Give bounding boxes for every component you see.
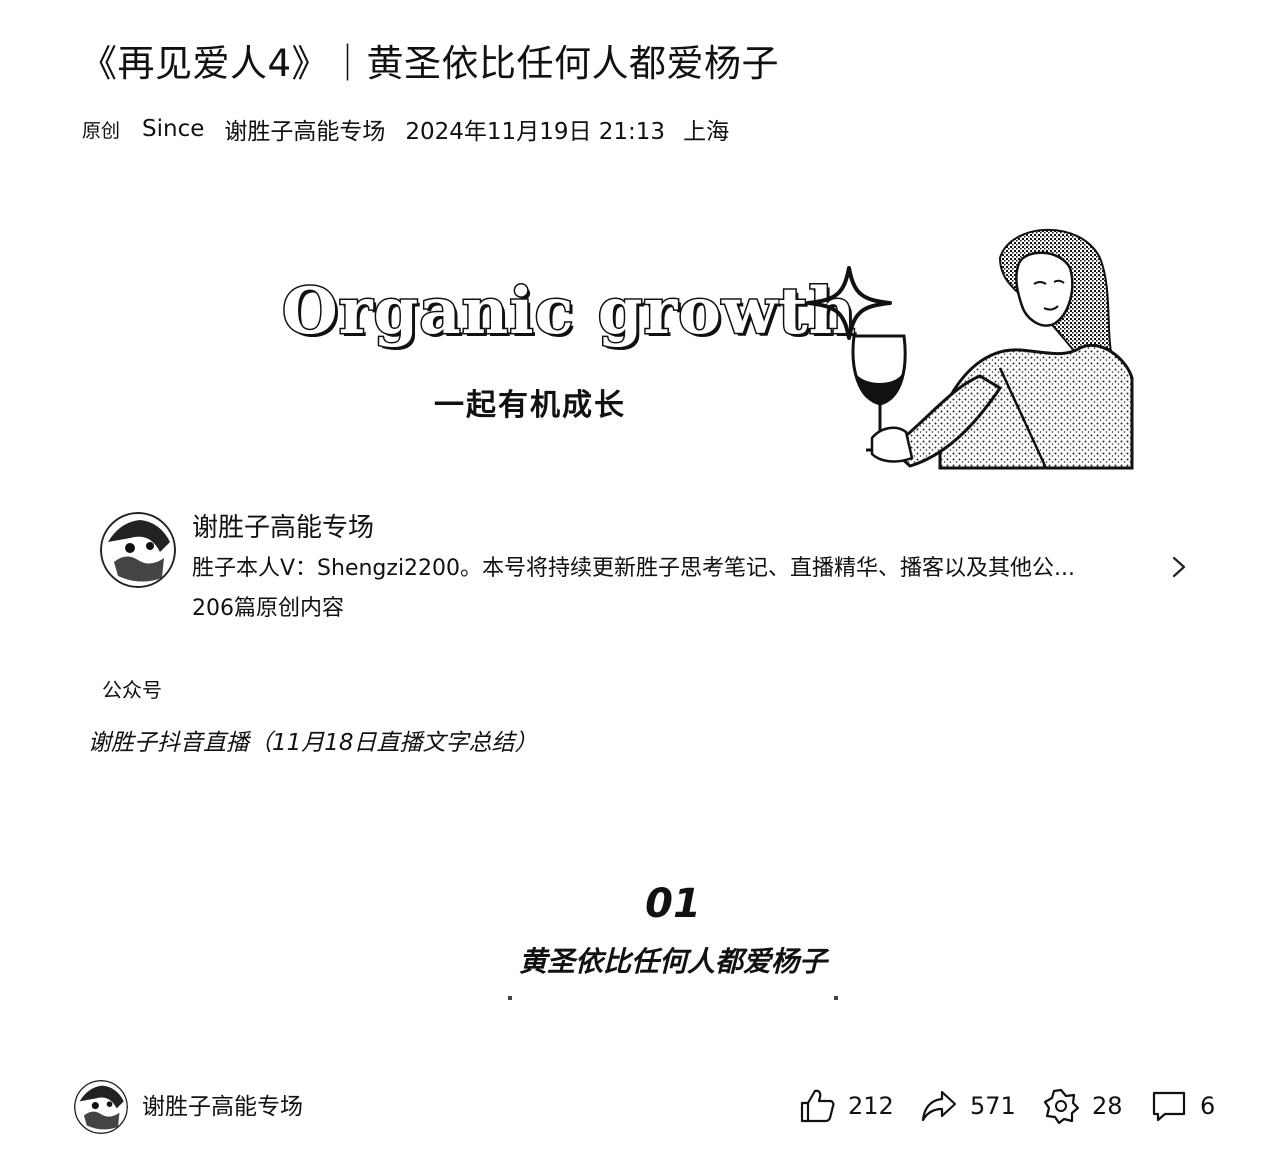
publish-location: 上海: [683, 119, 730, 145]
thumbs-up-icon: [800, 1089, 835, 1123]
comment-count: 6: [1200, 1092, 1216, 1120]
article-title: 《再见爱人4》｜黄圣依比任何人都爱杨子: [80, 42, 780, 85]
author-name[interactable]: Since: [142, 116, 204, 142]
article-meta: 原创 Since 谢胜子高能专场 2024年11月19日 21:13 上海: [82, 112, 729, 146]
account-card-description: 胜子本人V：Shengzi2200。本号将持续更新胜子思考笔记、直播精华、播客以…: [192, 556, 1076, 581]
banner-chinese-text: 一起有机成长: [434, 388, 626, 423]
bottom-account-name[interactable]: 谢胜子高能专场: [142, 1090, 303, 1124]
share-count: 571: [970, 1092, 1016, 1120]
account-card-article-count: 206篇原创内容: [192, 596, 344, 621]
article-subtitle: 谢胜子抖音直播（11月18日直播文字总结）: [88, 730, 538, 756]
account-card-name: 谢胜子高能专场: [192, 513, 375, 543]
star-flower-icon: [1043, 1088, 1080, 1125]
bottom-account-avatar[interactable]: [74, 1080, 128, 1134]
account-card[interactable]: 谢胜子高能专场 胜子本人V：Shengzi2200。本号将持续更新胜子思考笔记、…: [100, 508, 1200, 628]
chevron-right-icon[interactable]: [1166, 554, 1192, 580]
account-link[interactable]: 谢胜子高能专场: [224, 112, 385, 146]
woman-illustration: [851, 228, 1134, 470]
wow-count: 28: [1092, 1092, 1123, 1120]
wow-button[interactable]: 28: [1042, 1086, 1123, 1126]
like-button[interactable]: 212: [798, 1086, 894, 1126]
section-underline-right-dot: [834, 996, 838, 1000]
section-number: 01: [645, 881, 701, 927]
section-underline-left-dot: [508, 996, 512, 1000]
section-title: 黄圣依比任何人都爱杨子: [518, 945, 827, 978]
bottom-bar: 谢胜子高能专场 212 571 28 6: [0, 1074, 1280, 1138]
comment-bubble-icon: [1152, 1091, 1186, 1122]
like-count: 212: [848, 1092, 894, 1120]
share-arrow-icon: [921, 1090, 957, 1122]
account-type-label: 公众号: [102, 678, 162, 702]
comment-button[interactable]: 6: [1150, 1086, 1215, 1126]
banner-image: Organic growth 一起有机成长: [270, 210, 1150, 470]
banner-english-text: Organic growth: [280, 273, 857, 351]
original-badge: 原创: [82, 119, 121, 142]
share-button[interactable]: 571: [920, 1086, 1016, 1126]
publish-datetime: 2024年11月19日 21:13: [405, 119, 666, 145]
account-avatar[interactable]: [100, 512, 176, 588]
